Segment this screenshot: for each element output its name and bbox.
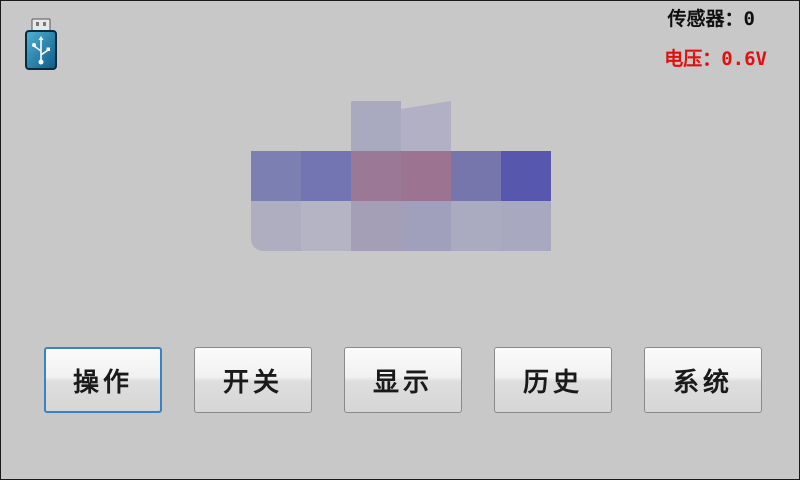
voltage-separator: ： (702, 48, 722, 70)
sensor-status: 传感器：0 (668, 7, 755, 31)
logo-tile (451, 151, 501, 201)
switch-button-label: 开关 (222, 367, 283, 398)
sensor-value: 0 (743, 8, 755, 30)
history-button-label: 历史 (522, 367, 583, 398)
logo-tile (301, 201, 351, 251)
pixelated-logo (251, 101, 551, 251)
logo-tile (451, 201, 501, 251)
main-screen: 传感器：0 电压：0.6V 操作 开关 显示 历史 系统 (0, 0, 800, 480)
operation-button-label: 操作 (72, 367, 133, 398)
sensor-separator: ： (724, 8, 744, 30)
logo-tile (251, 201, 301, 251)
operation-button[interactable]: 操作 (44, 347, 162, 413)
logo-tile (501, 201, 551, 251)
voltage-value: 0.6V (721, 48, 767, 70)
logo-tile (351, 201, 401, 251)
logo-tile (501, 151, 551, 201)
logo-tile (401, 201, 451, 251)
switch-button[interactable]: 开关 (194, 347, 312, 413)
sensor-label: 传感器 (667, 8, 725, 30)
logo-tile (401, 101, 451, 151)
usb-drive-icon[interactable] (23, 17, 59, 71)
logo-tile (401, 151, 451, 201)
display-button[interactable]: 显示 (344, 347, 462, 413)
logo-tile (351, 101, 401, 151)
history-button[interactable]: 历史 (494, 347, 612, 413)
voltage-status: 电压：0.6V (664, 47, 767, 71)
system-button-label: 系统 (672, 367, 733, 398)
logo-tile (251, 151, 301, 201)
voltage-label: 电压 (664, 48, 703, 70)
logo-tile (351, 151, 401, 201)
display-button-label: 显示 (372, 367, 433, 398)
system-button[interactable]: 系统 (644, 347, 762, 413)
logo-tile (301, 151, 351, 201)
